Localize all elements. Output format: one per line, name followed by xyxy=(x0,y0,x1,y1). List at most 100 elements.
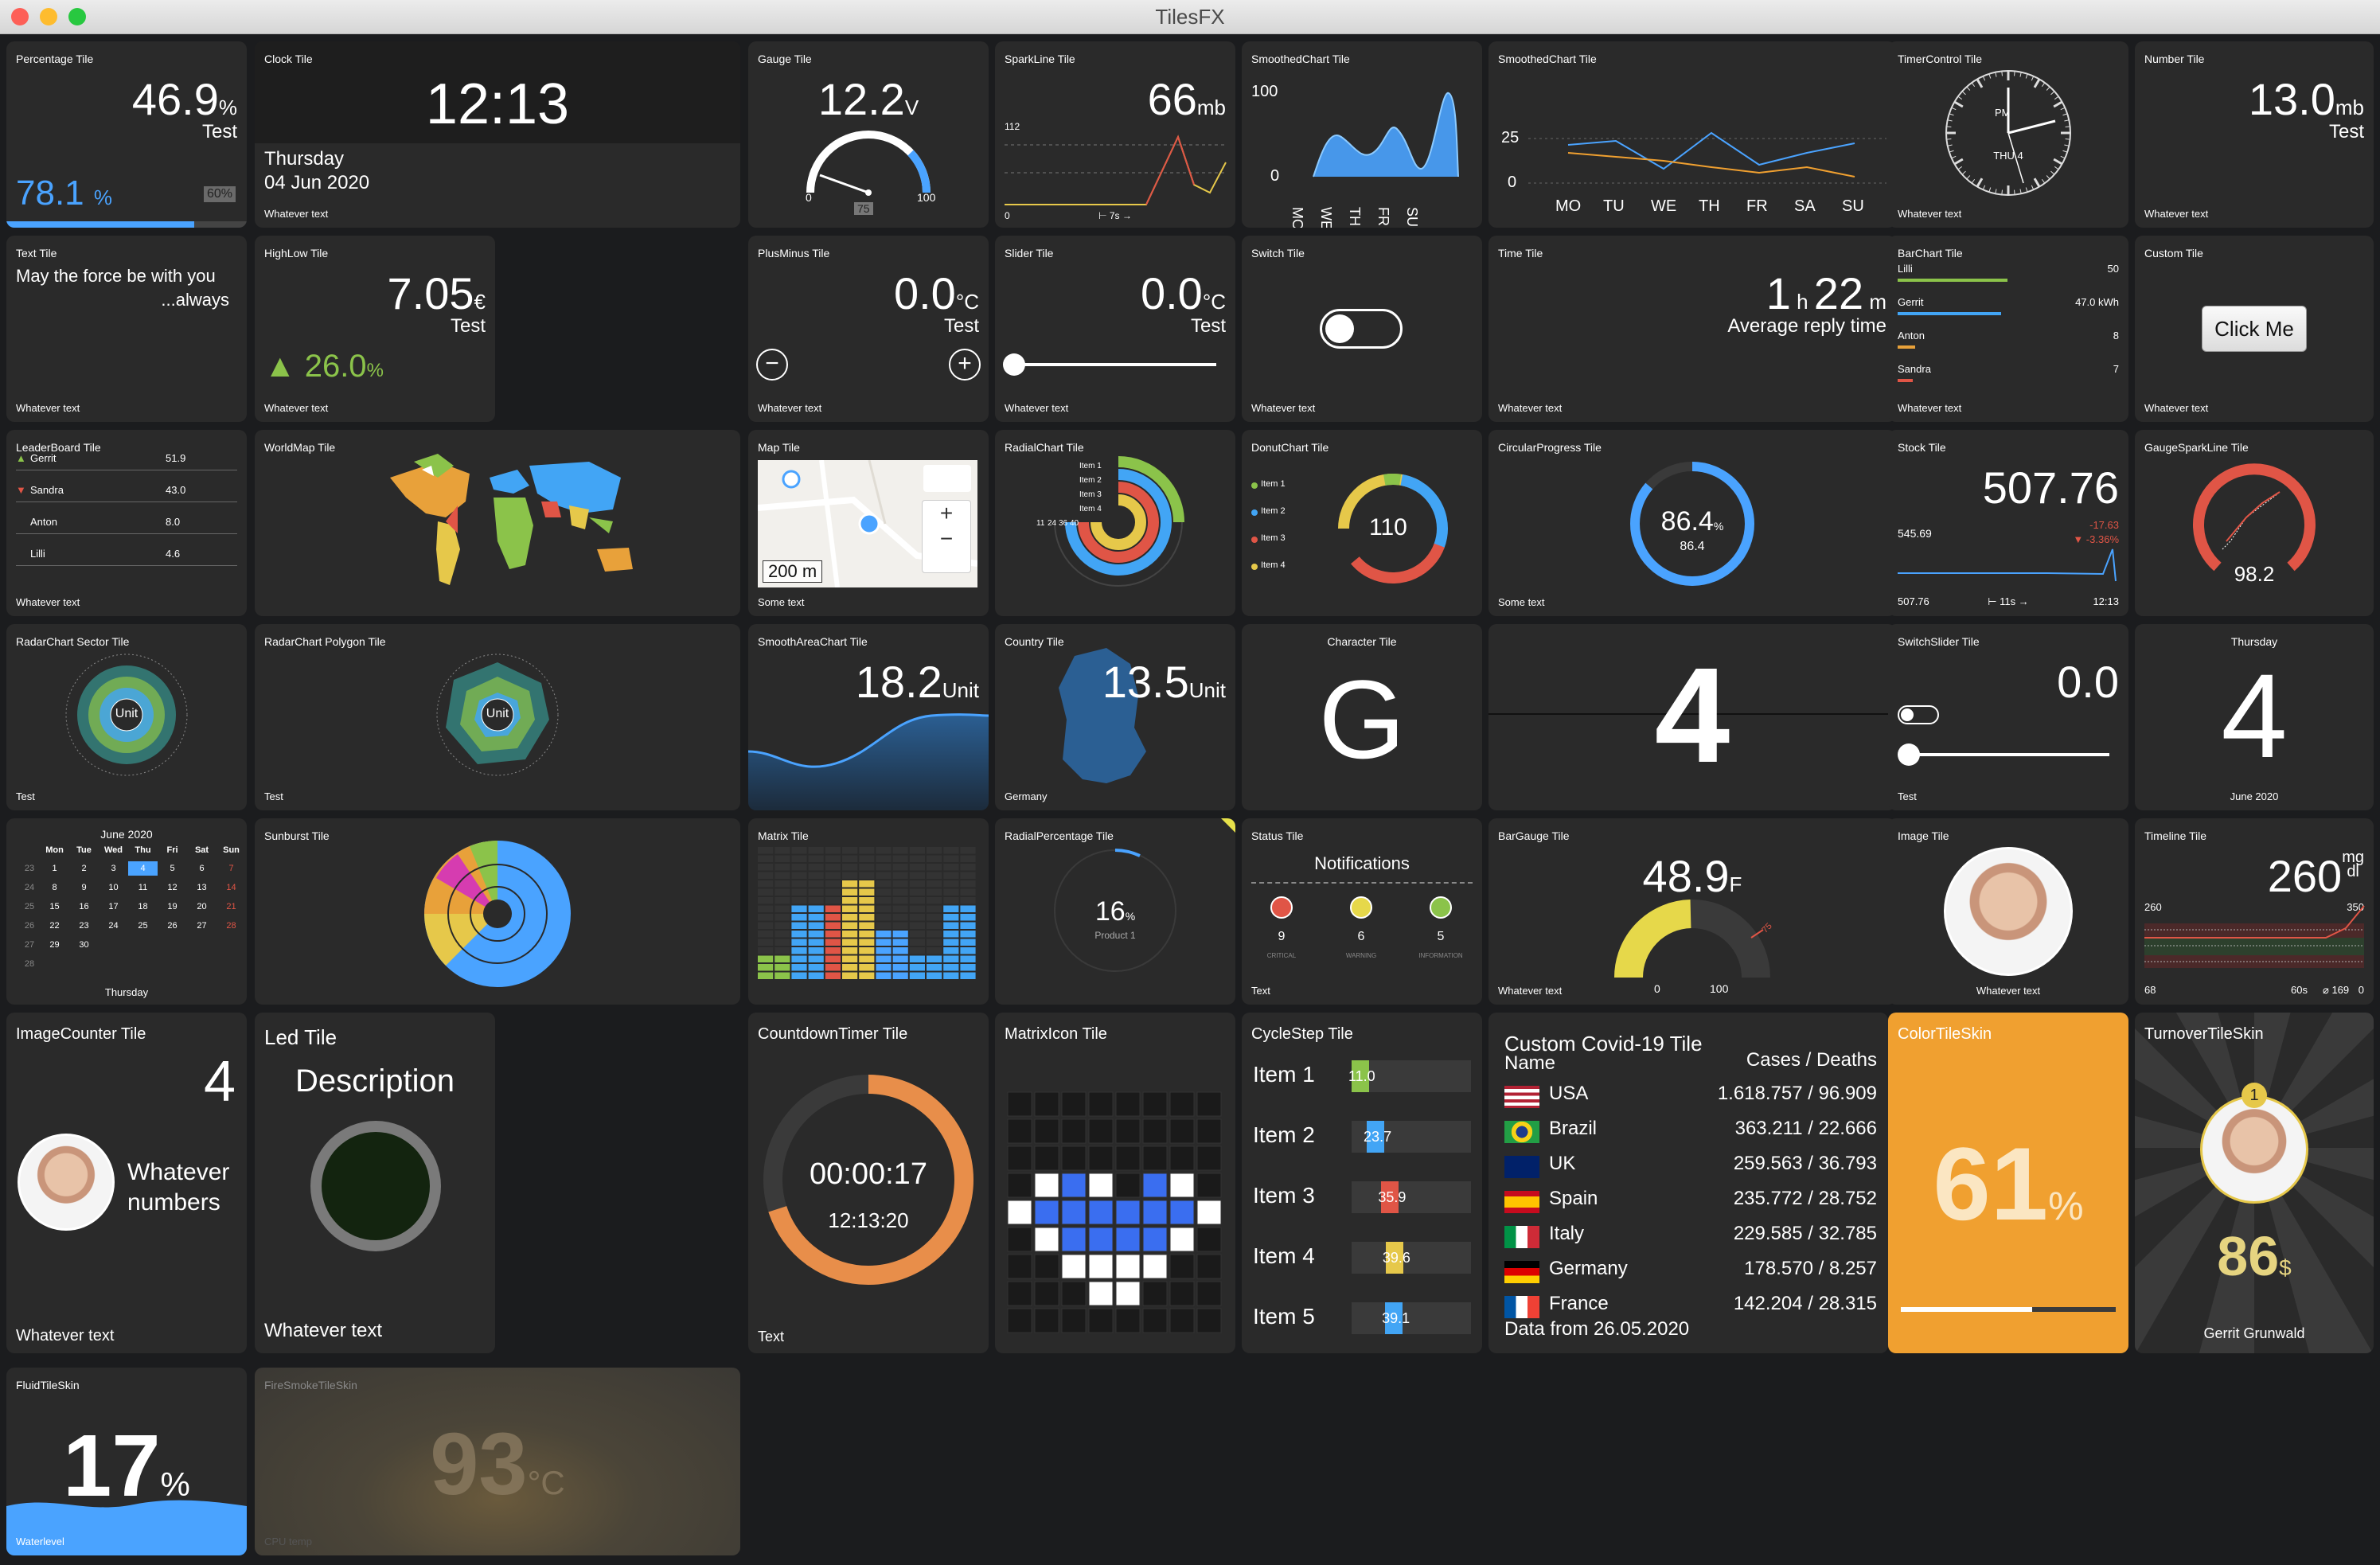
radialpercentage-tile: RadialPercentage Tile 16% Product 1 xyxy=(995,818,1235,1005)
calendar-day[interactable]: 4 xyxy=(128,861,158,876)
calendar-day[interactable]: 21 xyxy=(217,900,246,914)
legend-dot-icon xyxy=(1251,482,1258,489)
bargauge-tile: BarGauge Tile 48.9F 0 100 75 Whatever te… xyxy=(1488,818,1896,1005)
calendar-day[interactable]: 1 xyxy=(40,861,69,876)
slider-thumb[interactable] xyxy=(1003,353,1025,376)
legend-label: Item 4 xyxy=(1261,560,1286,570)
calendar-day[interactable]: 19 xyxy=(158,900,187,914)
flag-icon xyxy=(1504,1086,1539,1108)
tile-title: Switch Tile xyxy=(1251,247,1305,260)
calendar-day[interactable]: 14 xyxy=(217,880,246,895)
matrix-icon-pixel xyxy=(1007,1308,1032,1333)
calendar-day[interactable]: 28 xyxy=(217,919,246,933)
matrix-cell xyxy=(842,947,858,954)
matrix-icon-pixel xyxy=(1088,1200,1114,1225)
matrix-cell xyxy=(876,872,892,879)
tile-text: Whatever text xyxy=(264,1320,383,1341)
matrix-cell xyxy=(960,931,976,938)
percentage-value: 46.9% xyxy=(131,74,237,124)
donut-chart xyxy=(1338,474,1448,583)
clock-tick xyxy=(2053,100,2063,108)
matrix-cell xyxy=(909,897,925,904)
calendar-day[interactable]: 12 xyxy=(158,880,187,895)
matrix-cell xyxy=(960,847,976,854)
toggle-switch[interactable] xyxy=(1320,309,1403,349)
calendar-day[interactable]: 24 xyxy=(99,919,128,933)
calendar-day[interactable]: 22 xyxy=(40,919,69,933)
matrix-cell xyxy=(825,864,841,871)
matrix-icon-pixel xyxy=(1034,1145,1059,1171)
switchslider-thumb[interactable] xyxy=(1898,743,1920,766)
gauge-dial xyxy=(806,131,931,196)
minus-button[interactable]: − xyxy=(756,349,788,381)
rank-badge: 1 xyxy=(2241,1083,2267,1108)
matrix-icon-pixel xyxy=(1088,1118,1114,1144)
calendar-day[interactable]: 9 xyxy=(69,880,99,895)
switchslider-value: 0.0 xyxy=(2057,657,2119,707)
zoom-out-button[interactable]: − xyxy=(923,526,970,552)
timeline-bottom: 68 xyxy=(2144,984,2156,996)
calendar-day[interactable]: 15 xyxy=(40,900,69,914)
imagecounter-value: 4 xyxy=(203,1050,236,1114)
matrix-cell xyxy=(808,922,824,929)
calendar-day[interactable]: 5 xyxy=(158,861,187,876)
matrix-cell xyxy=(774,914,790,921)
calendar-day[interactable]: 2 xyxy=(69,861,99,876)
calendar-day[interactable]: 20 xyxy=(187,900,217,914)
zoom-in-button[interactable]: + xyxy=(923,501,970,526)
tile-title: CycleStep Tile xyxy=(1251,1025,1353,1043)
sparkline-tile: SparkLine Tile 66mb 112 0 ⊢ 7s → xyxy=(995,41,1235,228)
circularprogress-tile: CircularProgress Tile 86.4% 86.4 Some te… xyxy=(1488,430,1896,616)
matrix-cell xyxy=(909,914,925,921)
matrix-cell xyxy=(791,939,807,946)
calendar-day[interactable]: 26 xyxy=(158,919,187,933)
slider-track[interactable] xyxy=(1006,363,1216,366)
percentage-bar-track xyxy=(6,221,247,228)
calendar-day[interactable]: 6 xyxy=(187,861,217,876)
matrix-cell xyxy=(943,947,959,954)
calendar-day[interactable]: 10 xyxy=(99,880,128,895)
calendar-day[interactable]: 8 xyxy=(40,880,69,895)
matrix-cell xyxy=(927,847,942,854)
calendar-day[interactable]: 11 xyxy=(128,880,158,895)
click-me-button[interactable]: Click Me xyxy=(2202,306,2307,352)
switchslider-track[interactable] xyxy=(1901,753,2109,756)
matrix-cell xyxy=(927,922,942,929)
matrix-cell xyxy=(758,864,774,871)
leader-name: Gerrit xyxy=(30,452,57,464)
calendar-day[interactable]: 29 xyxy=(40,938,69,952)
matrix-cell xyxy=(758,931,774,938)
leader-name: Anton xyxy=(30,516,57,528)
matrix-cell xyxy=(859,922,875,929)
layers-icon[interactable] xyxy=(923,465,971,492)
cyclestep-label: Item 2 xyxy=(1253,1122,1315,1147)
calendar-day[interactable]: 7 xyxy=(217,861,246,876)
matrix-cell xyxy=(859,947,875,954)
calendar-day[interactable]: 18 xyxy=(128,900,158,914)
calendar-day[interactable]: 3 xyxy=(99,861,128,876)
calendar-weekday: Thu xyxy=(135,845,151,855)
matrix-cell xyxy=(774,964,790,971)
matrix-cell xyxy=(859,880,875,888)
matrix-cell xyxy=(909,872,925,879)
matrix-cell xyxy=(758,888,774,896)
bar-value: 47.0 kWh xyxy=(2075,296,2119,308)
matrix-cell xyxy=(791,964,807,971)
tile-text: Whatever text xyxy=(264,208,329,220)
matrixicon-tile: MatrixIcon Tile xyxy=(995,1013,1235,1353)
covid-value: 178.570 / 8.257 xyxy=(1744,1258,1877,1279)
clock-tick xyxy=(1947,144,1953,146)
calendar-day[interactable]: 30 xyxy=(69,938,99,952)
calendar-day[interactable]: 27 xyxy=(187,919,217,933)
plus-button[interactable]: + xyxy=(949,349,981,381)
switchslider-toggle[interactable] xyxy=(1898,705,1939,724)
covid-footer: Data from 26.05.2020 xyxy=(1504,1318,1690,1340)
calendar-day[interactable]: 23 xyxy=(69,919,99,933)
calendar-day[interactable]: 25 xyxy=(128,919,158,933)
calendar-day[interactable]: 16 xyxy=(69,900,99,914)
map-view[interactable]: + − 200 m xyxy=(758,460,977,587)
calendar-day[interactable]: 17 xyxy=(99,900,128,914)
calendar-day[interactable]: 13 xyxy=(187,880,217,895)
matrix-cell xyxy=(825,855,841,862)
leader-value: 43.0 xyxy=(166,484,186,496)
